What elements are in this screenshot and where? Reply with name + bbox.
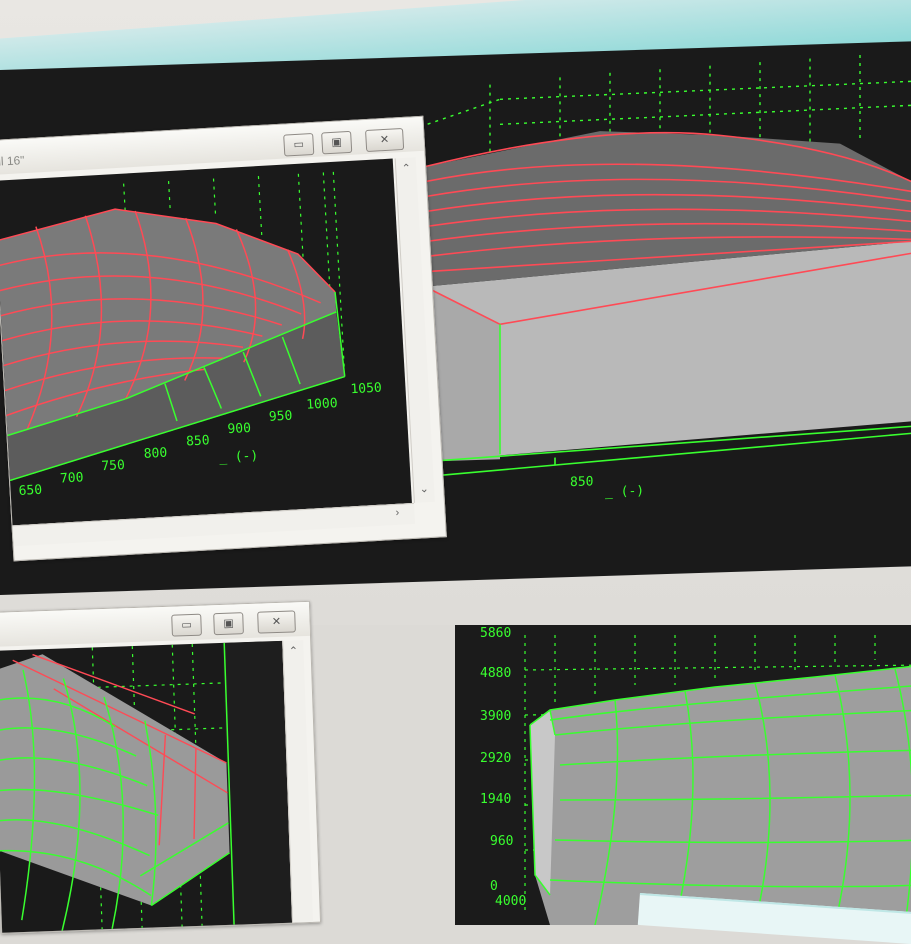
x-axis-tick-900: 900 [227, 421, 251, 437]
close-button[interactable]: ✕ [257, 610, 296, 634]
x-axis-tick-4000: 4000 [495, 894, 526, 909]
x-axis-tick-650: 650 [18, 483, 42, 499]
surface-body [425, 131, 911, 462]
plot-bottom-right: 5860 4880 3900 2920 1940 960 0 4000 [455, 625, 911, 925]
x-axis-ticks: 650 700 750 800 850 900 950 1000 1050 _ … [18, 381, 382, 499]
x-axis-tick-1000: 1000 [306, 396, 338, 413]
y-axis-tick-0: 0 [490, 879, 498, 894]
gap-panel [305, 625, 455, 915]
x-axis-unit-label: _ (-) [219, 449, 259, 466]
x-axis-tick-950: 950 [268, 409, 292, 425]
x-axis-tick-800: 800 [143, 446, 167, 462]
window-top-left: ll 16" ▭ ▣ ✕ 650 700 750 800 850 900 950… [0, 115, 447, 562]
minimize-button[interactable]: ▭ [171, 613, 202, 637]
close-button[interactable]: ✕ [365, 127, 405, 153]
y-axis-tick-2920: 2920 [480, 751, 511, 766]
scroll-right-arrow-icon[interactable]: › [387, 506, 408, 519]
surface-plot-bottom-right: 5860 4880 3900 2920 1940 960 0 4000 [480, 626, 911, 925]
window-bottom-left: ▭ ▣ ✕ ⌃ [0, 600, 322, 934]
window-title: ll 16" [0, 153, 25, 169]
minimize-button[interactable]: ▭ [283, 132, 315, 157]
plot-bottom-left [0, 640, 293, 933]
y-axis-tick-4880: 4880 [480, 666, 511, 681]
x-axis-tick-850: 850 [570, 474, 593, 490]
x-axis-tick-1050: 1050 [350, 381, 382, 398]
scroll-up-arrow-icon[interactable]: ⌃ [283, 644, 303, 658]
x-axis-tick-700: 700 [60, 470, 84, 486]
x-axis-tick-850: 850 [186, 433, 210, 449]
scroll-up-arrow-icon[interactable]: ⌃ [396, 161, 417, 175]
scroll-down-arrow-icon[interactable]: ⌄ [414, 482, 435, 496]
y-axis-tick-3900: 3900 [480, 709, 511, 724]
x-axis-tick-750: 750 [101, 458, 125, 474]
maximize-button[interactable]: ▣ [213, 612, 244, 636]
plot-top-left: 650 700 750 800 850 900 950 1000 1050 _ … [0, 158, 412, 526]
x-axis-unit-label: _ (-) [605, 484, 644, 500]
y-axis-tick-5860: 5860 [480, 626, 511, 641]
maximize-button[interactable]: ▣ [321, 130, 353, 155]
y-axis-tick-960: 960 [490, 834, 513, 849]
surface-plot-bottom-left [0, 640, 293, 931]
y-axis-tick-1940: 1940 [480, 792, 511, 807]
